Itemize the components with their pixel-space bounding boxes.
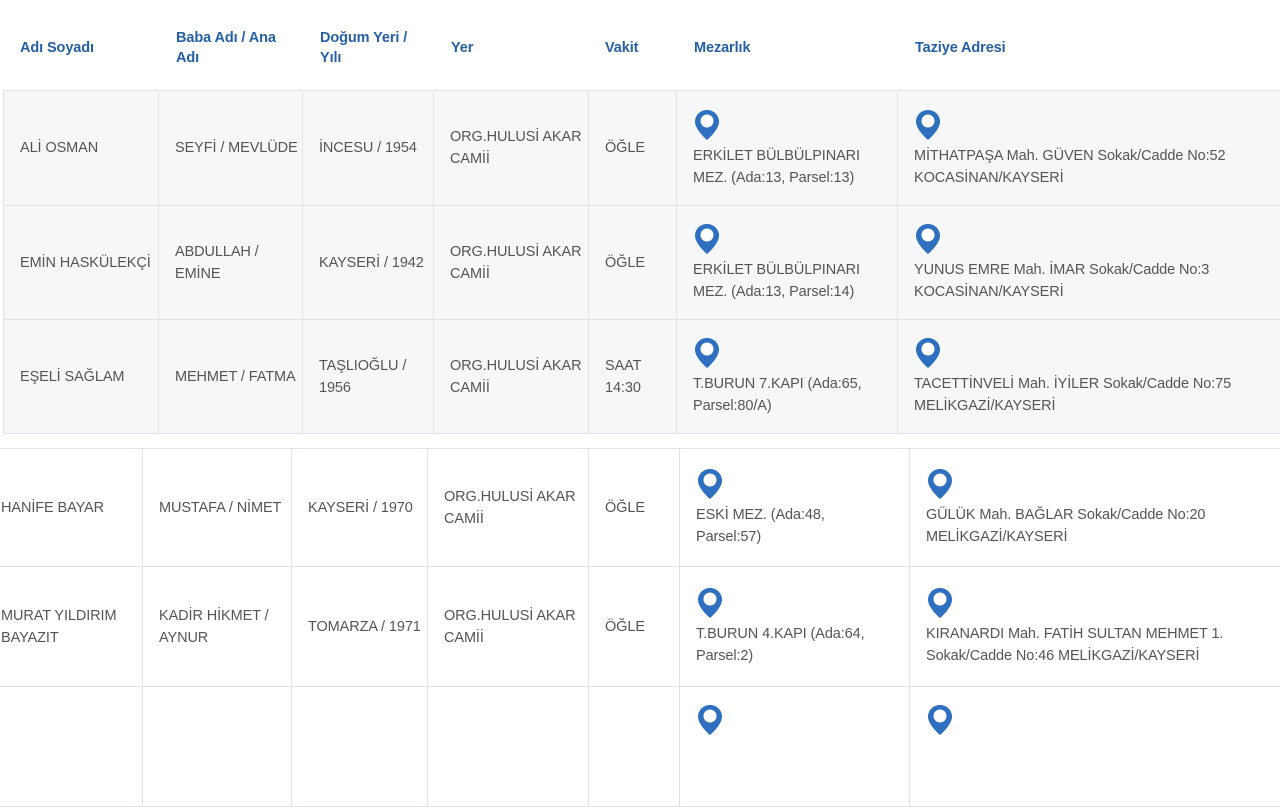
table-row: HANİFE BAYAR MUSTAFA / NİMET KAYSERİ / 1… [0, 449, 1280, 567]
deceased-name: EŞELİ SAĞLAM [4, 320, 159, 434]
map-pin-icon[interactable] [693, 336, 721, 370]
condolence-cell: YUNUS EMRE Mah. İMAR Sokak/Cadde No:3 KO… [898, 206, 1280, 320]
condolence-address: MİTHATPAŞA Mah. GÜVEN Sokak/Cadde No:52 … [914, 145, 1259, 189]
cemetery-cell [680, 687, 910, 807]
header-condolence: Taziye Adresi [915, 38, 1006, 58]
funeral-table-lower: HANİFE BAYAR MUSTAFA / NİMET KAYSERİ / 1… [0, 448, 1280, 807]
cemetery-cell: ERKİLET BÜLBÜLPINARI MEZ. (Ada:13, Parse… [677, 91, 898, 206]
funeral-time [589, 687, 680, 807]
parents-names [143, 687, 292, 807]
header-birth: Doğum Yeri / Yılı [320, 28, 425, 68]
header-parents: Baba Adı / Ana Adı [176, 28, 294, 68]
birth-place-year: TAŞLIOĞLU / 1956 [303, 320, 434, 434]
birth-place-year: İNCESU / 1954 [303, 91, 434, 206]
parents-names: KADİR HİKMET / AYNUR [143, 567, 292, 687]
table-row: MURAT YILDIRIM BAYAZIT KADİR HİKMET / AY… [0, 567, 1280, 687]
condolence-cell [910, 687, 1280, 807]
map-pin-icon[interactable] [696, 467, 724, 501]
birth-place-year: TOMARZA / 1971 [292, 567, 428, 687]
cemetery-name: T.BURUN 7.KAPI (Ada:65, Parsel:80/A) [693, 373, 897, 417]
map-pin-icon[interactable] [696, 703, 724, 737]
condolence-address: TACETTİNVELİ Mah. İYİLER Sokak/Cadde No:… [914, 373, 1259, 417]
header-cemetery: Mezarlık [694, 38, 750, 58]
table-row: ALİ OSMAN SEYFİ / MEVLÜDE İNCESU / 1954 … [4, 91, 1280, 206]
header-name: Adı Soyadı [20, 38, 94, 58]
condolence-address: KIRANARDI Mah. FATİH SULTAN MEHMET 1. So… [926, 623, 1256, 667]
map-pin-icon[interactable] [696, 586, 724, 620]
condolence-cell: KIRANARDI Mah. FATİH SULTAN MEHMET 1. So… [910, 567, 1280, 687]
cemetery-cell: T.BURUN 4.KAPI (Ada:64, Parsel:2) [680, 567, 910, 687]
funeral-place [428, 687, 589, 807]
deceased-name: HANİFE BAYAR [0, 449, 143, 567]
map-pin-icon[interactable] [693, 222, 721, 256]
condolence-cell: TACETTİNVELİ Mah. İYİLER Sokak/Cadde No:… [898, 320, 1280, 434]
funeral-time: ÖĞLE [589, 567, 680, 687]
cemetery-name: ESKİ MEZ. (Ada:48, Parsel:57) [696, 504, 856, 548]
parents-names: SEYFİ / MEVLÜDE [159, 91, 303, 206]
cemetery-name: ERKİLET BÜLBÜLPINARI MEZ. (Ada:13, Parse… [693, 145, 897, 189]
map-pin-icon[interactable] [926, 703, 954, 737]
funeral-place: ORG.HULUSİ AKAR CAMİİ [434, 91, 589, 206]
deceased-name [0, 687, 143, 807]
funeral-place: ORG.HULUSİ AKAR CAMİİ [428, 567, 589, 687]
birth-place-year: KAYSERİ / 1970 [292, 449, 428, 567]
parents-names: ABDULLAH / EMİNE [159, 206, 303, 320]
funeral-place: ORG.HULUSİ AKAR CAMİİ [434, 320, 589, 434]
deceased-name: EMİN HASKÜLEKÇİ [4, 206, 159, 320]
map-pin-icon[interactable] [693, 108, 721, 142]
birth-place-year: KAYSERİ / 1942 [303, 206, 434, 320]
condolence-address: YUNUS EMRE Mah. İMAR Sokak/Cadde No:3 KO… [914, 259, 1259, 303]
table-row: EŞELİ SAĞLAM MEHMET / FATMA TAŞLIOĞLU / … [4, 320, 1280, 434]
cemetery-cell: ERKİLET BÜLBÜLPINARI MEZ. (Ada:13, Parse… [677, 206, 898, 320]
condolence-cell: MİTHATPAŞA Mah. GÜVEN Sokak/Cadde No:52 … [898, 91, 1280, 206]
header-time: Vakit [605, 38, 638, 58]
map-pin-icon[interactable] [914, 336, 942, 370]
funeral-table-upper: ALİ OSMAN SEYFİ / MEVLÜDE İNCESU / 1954 … [3, 90, 1280, 434]
cemetery-cell: T.BURUN 7.KAPI (Ada:65, Parsel:80/A) [677, 320, 898, 434]
funeral-place: ORG.HULUSİ AKAR CAMİİ [428, 449, 589, 567]
map-pin-icon[interactable] [926, 586, 954, 620]
map-pin-icon[interactable] [914, 222, 942, 256]
condolence-cell: GÜLÜK Mah. BAĞLAR Sokak/Cadde No:20 MELİ… [910, 449, 1280, 567]
table-header: Adı Soyadı Baba Adı / Ana Adı Doğum Yeri… [0, 0, 1280, 90]
parents-names: MEHMET / FATMA [159, 320, 303, 434]
map-pin-icon[interactable] [926, 467, 954, 501]
cemetery-cell: ESKİ MEZ. (Ada:48, Parsel:57) [680, 449, 910, 567]
funeral-place: ORG.HULUSİ AKAR CAMİİ [434, 206, 589, 320]
cemetery-name: T.BURUN 4.KAPI (Ada:64, Parsel:2) [696, 623, 909, 667]
header-place: Yer [451, 38, 473, 58]
condolence-address: GÜLÜK Mah. BAĞLAR Sokak/Cadde No:20 MELİ… [926, 504, 1256, 548]
funeral-time: ÖĞLE [589, 206, 677, 320]
funeral-time: SAAT 14:30 [589, 320, 677, 434]
map-pin-icon[interactable] [914, 108, 942, 142]
birth-place-year [292, 687, 428, 807]
parents-names: MUSTAFA / NİMET [143, 449, 292, 567]
deceased-name: MURAT YILDIRIM BAYAZIT [0, 567, 143, 687]
cemetery-name: ERKİLET BÜLBÜLPINARI MEZ. (Ada:13, Parse… [693, 259, 897, 303]
deceased-name: ALİ OSMAN [4, 91, 159, 206]
funeral-time: ÖĞLE [589, 449, 680, 567]
table-row [0, 687, 1280, 807]
table-row: EMİN HASKÜLEKÇİ ABDULLAH / EMİNE KAYSERİ… [4, 206, 1280, 320]
funeral-time: ÖĞLE [589, 91, 677, 206]
